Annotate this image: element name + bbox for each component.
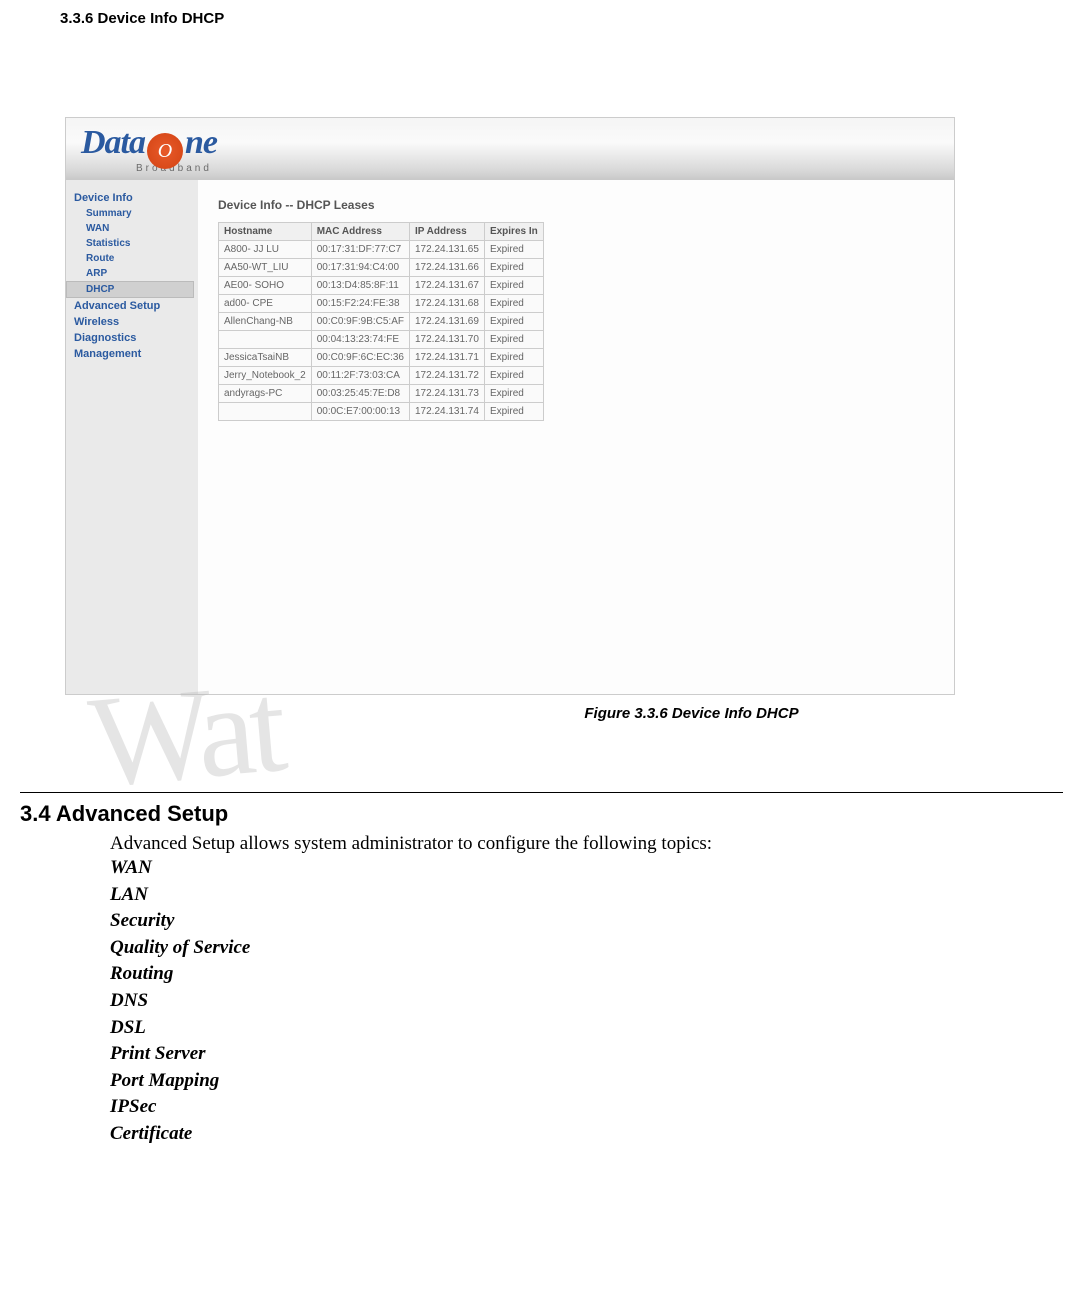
cell-mac: 00:15:F2:24:FE:38: [311, 295, 409, 313]
cell-host: A800- JJ LU: [219, 241, 312, 259]
cell-host: AA50-WT_LIU: [219, 259, 312, 277]
cell-mac: 00:C0:9F:9B:C5:AF: [311, 313, 409, 331]
topic-ipsec: IPSec: [110, 1094, 1063, 1121]
logo-text-ne: ne: [185, 124, 217, 162]
sidebar-item-wireless[interactable]: Wireless: [66, 314, 198, 330]
cell-exp: Expired: [484, 259, 543, 277]
table-row: JessicaTsaiNB00:C0:9F:6C:EC:36172.24.131…: [219, 349, 544, 367]
col-ip: IP Address: [409, 223, 484, 241]
cell-mac: 00:13:D4:85:8F:11: [311, 277, 409, 295]
cell-ip: 172.24.131.67: [409, 277, 484, 295]
col-hostname: Hostname: [219, 223, 312, 241]
cell-mac: 00:17:31:DF:77:C7: [311, 241, 409, 259]
sidebar-item-dhcp[interactable]: DHCP: [66, 281, 194, 298]
table-row: AE00- SOHO00:13:D4:85:8F:11172.24.131.67…: [219, 277, 544, 295]
cell-host: [219, 331, 312, 349]
content-title: Device Info -- DHCP Leases: [218, 198, 954, 212]
cell-exp: Expired: [484, 367, 543, 385]
table-row: Jerry_Notebook_200:11:2F:73:03:CA172.24.…: [219, 367, 544, 385]
cell-exp: Expired: [484, 313, 543, 331]
topic-routing: Routing: [110, 961, 1063, 988]
sidebar-item-device-info[interactable]: Device Info: [66, 190, 198, 206]
cell-ip: 172.24.131.65: [409, 241, 484, 259]
cell-host: AE00- SOHO: [219, 277, 312, 295]
topic-dsl: DSL: [110, 1015, 1063, 1042]
cell-exp: Expired: [484, 403, 543, 421]
cell-host: Jerry_Notebook_2: [219, 367, 312, 385]
table-row: AllenChang-NB00:C0:9F:9B:C5:AF172.24.131…: [219, 313, 544, 331]
section-divider: [20, 792, 1063, 793]
figure-caption: Figure 3.3.6 Device Info DHCP: [320, 705, 1063, 722]
sidebar-item-statistics[interactable]: Statistics: [66, 236, 198, 251]
sidebar-item-arp[interactable]: ARP: [66, 266, 198, 281]
cell-exp: Expired: [484, 277, 543, 295]
topic-port-mapping: Port Mapping: [110, 1068, 1063, 1095]
cell-ip: 172.24.131.74: [409, 403, 484, 421]
cell-exp: Expired: [484, 241, 543, 259]
table-row: AA50-WT_LIU00:17:31:94:C4:00172.24.131.6…: [219, 259, 544, 277]
cell-mac: 00:11:2F:73:03:CA: [311, 367, 409, 385]
cell-exp: Expired: [484, 295, 543, 313]
cell-exp: Expired: [484, 331, 543, 349]
cell-ip: 172.24.131.68: [409, 295, 484, 313]
table-row: ad00- CPE00:15:F2:24:FE:38172.24.131.68E…: [219, 295, 544, 313]
table-row: 00:04:13:23:74:FE172.24.131.70Expired: [219, 331, 544, 349]
logo-swirl-icon: O: [147, 133, 183, 169]
topic-dns: DNS: [110, 988, 1063, 1015]
sidebar-item-advanced-setup[interactable]: Advanced Setup: [66, 298, 198, 314]
table-header-row: Hostname MAC Address IP Address Expires …: [219, 223, 544, 241]
cell-ip: 172.24.131.71: [409, 349, 484, 367]
topic-security: Security: [110, 908, 1063, 935]
cell-host: JessicaTsaiNB: [219, 349, 312, 367]
sidebar-item-management[interactable]: Management: [66, 346, 198, 362]
col-mac: MAC Address: [311, 223, 409, 241]
content-pane: Device Info -- DHCP Leases Hostname MAC …: [198, 180, 954, 694]
cell-ip: 172.24.131.70: [409, 331, 484, 349]
cell-exp: Expired: [484, 385, 543, 403]
sidebar-item-wan[interactable]: WAN: [66, 221, 198, 236]
banner: Data O ne Broadband: [66, 118, 954, 180]
cell-ip: 172.24.131.72: [409, 367, 484, 385]
sidebar-item-summary[interactable]: Summary: [66, 206, 198, 221]
dhcp-leases-table: Hostname MAC Address IP Address Expires …: [218, 222, 544, 421]
logo-subtitle: Broadband: [136, 163, 217, 174]
cell-host: [219, 403, 312, 421]
topic-print-server: Print Server: [110, 1041, 1063, 1068]
table-row: andyrags-PC00:03:25:45:7E:D8172.24.131.7…: [219, 385, 544, 403]
cell-host: andyrags-PC: [219, 385, 312, 403]
section-heading-34: 3.4 Advanced Setup: [20, 801, 1063, 827]
topic-qos: Quality of Service: [110, 935, 1063, 962]
cell-ip: 172.24.131.66: [409, 259, 484, 277]
cell-ip: 172.24.131.69: [409, 313, 484, 331]
body-area: Device Info Summary WAN Statistics Route…: [66, 180, 954, 694]
sidebar: Device Info Summary WAN Statistics Route…: [66, 180, 198, 694]
logo-text-data: Data: [81, 124, 145, 162]
section-heading-336: 3.3.6 Device Info DHCP: [60, 10, 1063, 27]
router-screenshot: Data O ne Broadband Device Info Summary …: [65, 117, 955, 695]
cell-mac: 00:0C:E7:00:00:13: [311, 403, 409, 421]
table-row: A800- JJ LU00:17:31:DF:77:C7172.24.131.6…: [219, 241, 544, 259]
sidebar-item-diagnostics[interactable]: Diagnostics: [66, 330, 198, 346]
cell-host: AllenChang-NB: [219, 313, 312, 331]
cell-ip: 172.24.131.73: [409, 385, 484, 403]
advanced-setup-intro: Advanced Setup allows system administrat…: [110, 833, 1063, 855]
logo: Data O ne: [81, 124, 217, 166]
cell-mac: 00:17:31:94:C4:00: [311, 259, 409, 277]
cell-mac: 00:C0:9F:6C:EC:36: [311, 349, 409, 367]
table-row: 00:0C:E7:00:00:13172.24.131.74Expired: [219, 403, 544, 421]
cell-exp: Expired: [484, 349, 543, 367]
cell-host: ad00- CPE: [219, 295, 312, 313]
col-expires: Expires In: [484, 223, 543, 241]
cell-mac: 00:03:25:45:7E:D8: [311, 385, 409, 403]
sidebar-item-route[interactable]: Route: [66, 251, 198, 266]
topic-lan: LAN: [110, 882, 1063, 909]
topic-wan: WAN: [110, 855, 1063, 882]
topic-certificate: Certificate: [110, 1121, 1063, 1148]
cell-mac: 00:04:13:23:74:FE: [311, 331, 409, 349]
